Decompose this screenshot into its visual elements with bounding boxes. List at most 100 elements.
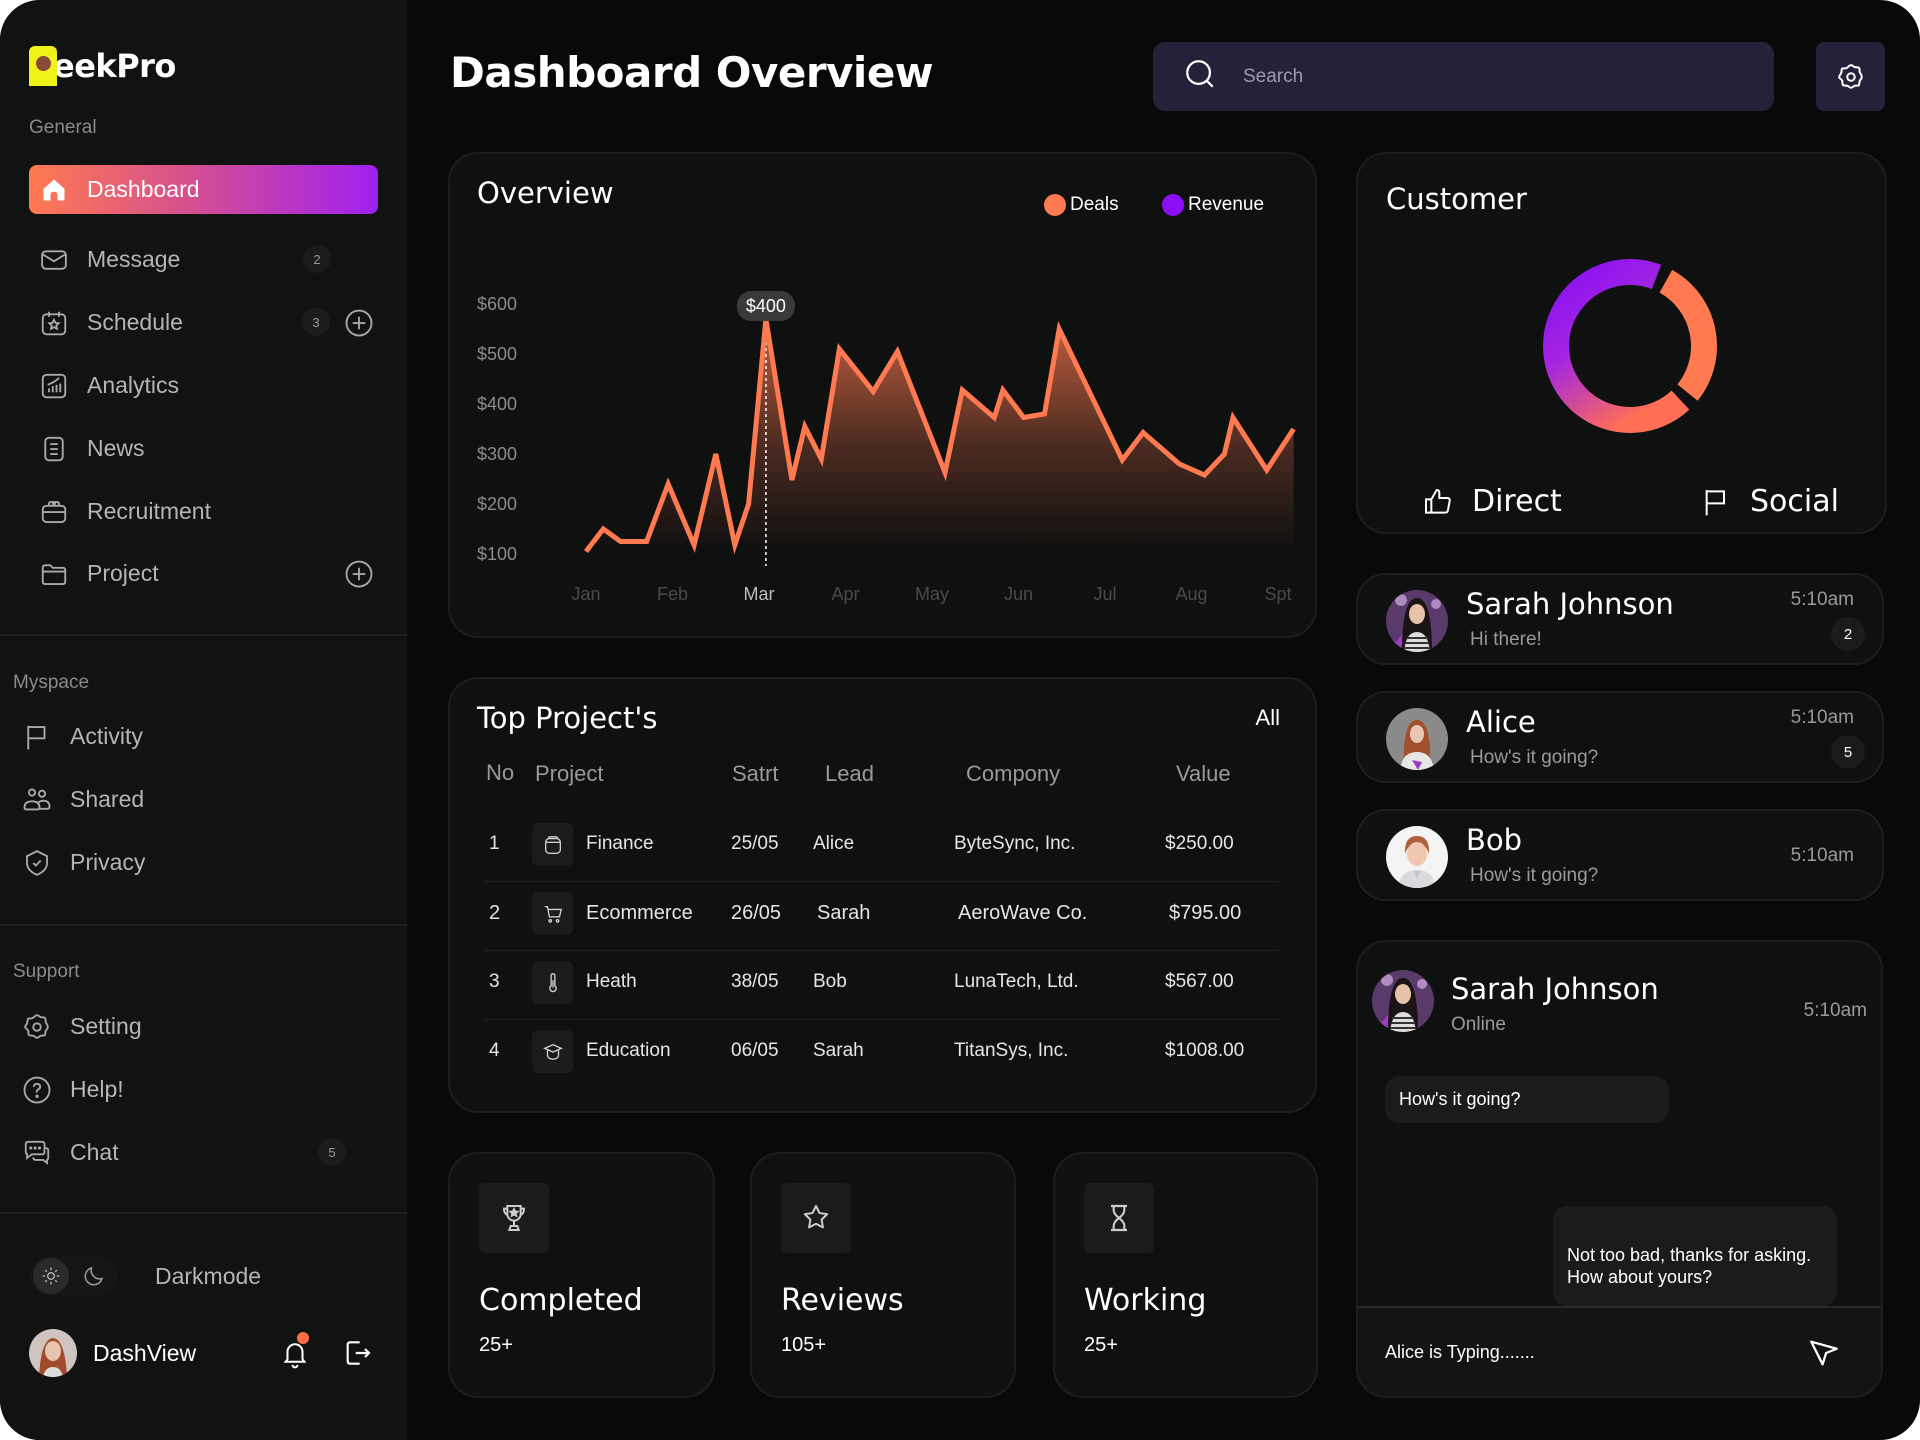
send-icon[interactable]	[1807, 1336, 1841, 1375]
top-projects-title: Top Project's	[477, 701, 658, 735]
message-count-badge: 2	[303, 245, 331, 273]
calendar-star-icon	[39, 308, 69, 338]
x-tick-label: Jul	[1093, 584, 1116, 604]
sidebar-item-label: News	[87, 435, 145, 461]
table-row[interactable]: 2 Ecommerce 26/05 Sarah AeroWave Co. $79…	[484, 880, 1279, 951]
gear-icon	[22, 1012, 52, 1042]
cell-project: Ecommerce	[586, 902, 693, 924]
search-bar[interactable]	[1153, 42, 1774, 111]
schedule-count-badge: 3	[302, 308, 330, 336]
theme-toggle[interactable]	[30, 1255, 118, 1297]
sidebar-item-analytics[interactable]: Analytics	[29, 361, 378, 410]
sidebar-item-dashboard[interactable]: Dashboard	[29, 165, 378, 214]
sidebar-item-help[interactable]: Help!	[12, 1065, 361, 1114]
x-tick-label: Aug	[1175, 584, 1207, 604]
wallet-icon	[532, 823, 573, 866]
help-icon	[22, 1075, 52, 1105]
column-header-start: Satrt	[732, 761, 779, 786]
notification-dot	[297, 1332, 309, 1344]
segment-direct[interactable]: Direct	[1422, 484, 1562, 519]
stat-card-working[interactable]: Working 25+	[1053, 1152, 1318, 1398]
cell-project: Education	[586, 1040, 671, 1061]
sidebar-item-project[interactable]: Project	[29, 549, 378, 598]
y-tick-label: $200	[477, 494, 517, 514]
chat-list-item[interactable]: Sarah Johnson Hi there! 5:10am 2	[1356, 573, 1884, 665]
app-window: eekPro General Dashboard Message 2 Sched…	[0, 0, 1920, 1440]
chat-list-item[interactable]: Alice How's it going? 5:10am 5	[1356, 691, 1884, 783]
sidebar-item-setting[interactable]: Setting	[12, 1002, 361, 1051]
stat-card-reviews[interactable]: Reviews 105+	[750, 1152, 1016, 1398]
search-input[interactable]	[1243, 65, 1723, 88]
sun-icon	[33, 1258, 69, 1294]
stat-title: Working	[1084, 1283, 1207, 1318]
overview-card: Overview Deals Revenue $100 $200 $300 $400 $…	[448, 152, 1317, 638]
cart-icon	[532, 892, 573, 935]
segment-social[interactable]: Social	[1700, 484, 1839, 519]
shield-check-icon	[22, 848, 52, 878]
sidebar-item-label: Privacy	[70, 849, 146, 875]
column-header-no: No	[486, 760, 515, 785]
cell-lead: Alice	[813, 833, 855, 854]
sidebar-divider	[0, 1212, 407, 1214]
sidebar-item-schedule[interactable]: Schedule 3	[29, 298, 378, 347]
sidebar-item-shared[interactable]: Shared	[12, 775, 361, 824]
settings-button[interactable]	[1816, 42, 1885, 111]
view-all-link[interactable]: All	[1256, 705, 1280, 731]
page-title: Dashboard Overview	[450, 48, 934, 97]
user-profile[interactable]: DashView	[29, 1329, 379, 1377]
table-row[interactable]: 4 Education 06/05 Sarah TitanSys, Inc. $…	[484, 1018, 1279, 1087]
sidebar-item-activity[interactable]: Activity	[12, 712, 361, 761]
sidebar-item-label: Chat	[70, 1139, 119, 1165]
cell-start: 06/05	[731, 1040, 779, 1061]
message-composer[interactable]: Alice is Typing.......	[1358, 1306, 1881, 1396]
last-message: Hi there!	[1470, 629, 1542, 650]
message-time: 5:10am	[1790, 845, 1854, 866]
stat-value: 105+	[781, 1334, 827, 1356]
logo-mark-icon	[29, 46, 57, 86]
y-tick-label: $500	[477, 344, 517, 364]
stat-card-completed[interactable]: Completed 25+	[448, 1152, 715, 1398]
gear-icon	[1837, 63, 1863, 89]
sidebar-item-recruitment[interactable]: Recruitment	[29, 487, 378, 536]
cell-company: AeroWave Co.	[958, 902, 1088, 924]
conversation-time: 5:10am	[1803, 1000, 1867, 1021]
cell-lead: Bob	[813, 971, 847, 992]
sidebar-item-label: Recruitment	[87, 498, 211, 524]
cell-value: $1008.00	[1165, 1040, 1245, 1061]
sidebar-item-privacy[interactable]: Privacy	[12, 838, 361, 887]
segment-label-social: Social	[1750, 484, 1839, 519]
sidebar-item-message[interactable]: Message 2	[29, 235, 378, 284]
add-project-button[interactable]	[344, 559, 374, 589]
contact-avatar	[1372, 970, 1434, 1032]
sidebar-divider	[0, 924, 407, 926]
contact-avatar	[1386, 708, 1448, 770]
chat-list-item[interactable]: Bob How's it going? 5:10am	[1356, 809, 1884, 901]
x-tick-label: Feb	[657, 584, 688, 604]
cell-no: 1	[489, 833, 500, 854]
customer-title: Customer	[1386, 182, 1527, 216]
users-icon	[22, 785, 52, 815]
table-row[interactable]: 1 Finance 25/05 Alice ByteSync, Inc. $25…	[484, 811, 1279, 882]
sidebar-item-chat[interactable]: Chat 5	[12, 1128, 361, 1177]
contact-name: Bob	[1466, 823, 1523, 857]
cell-lead: Sarah	[817, 902, 871, 924]
column-header-project: Project	[535, 761, 604, 786]
column-header-value: Value	[1176, 761, 1231, 786]
sidebar-item-label: Activity	[70, 723, 143, 749]
user-avatar[interactable]	[29, 1329, 77, 1377]
x-tick-label: Jan	[571, 584, 600, 604]
sidebar-item-news[interactable]: News	[29, 424, 378, 473]
graduation-cap-icon	[532, 1030, 573, 1073]
stat-value: 25+	[479, 1334, 513, 1356]
sidebar-item-label: Analytics	[87, 372, 180, 398]
logout-icon[interactable]	[341, 1337, 373, 1374]
add-schedule-button[interactable]	[344, 308, 374, 338]
column-header-company: Compony	[966, 761, 1061, 786]
x-tick-label: Apr	[831, 584, 859, 604]
logo[interactable]: eekPro	[29, 44, 176, 86]
contact-avatar	[1386, 590, 1448, 652]
cell-value: $250.00	[1165, 833, 1234, 854]
plus-circle-icon	[345, 309, 373, 337]
table-row[interactable]: 3 Heath 38/05 Bob LunaTech, Ltd. $567.00	[484, 949, 1279, 1020]
chat-icon	[22, 1138, 52, 1168]
